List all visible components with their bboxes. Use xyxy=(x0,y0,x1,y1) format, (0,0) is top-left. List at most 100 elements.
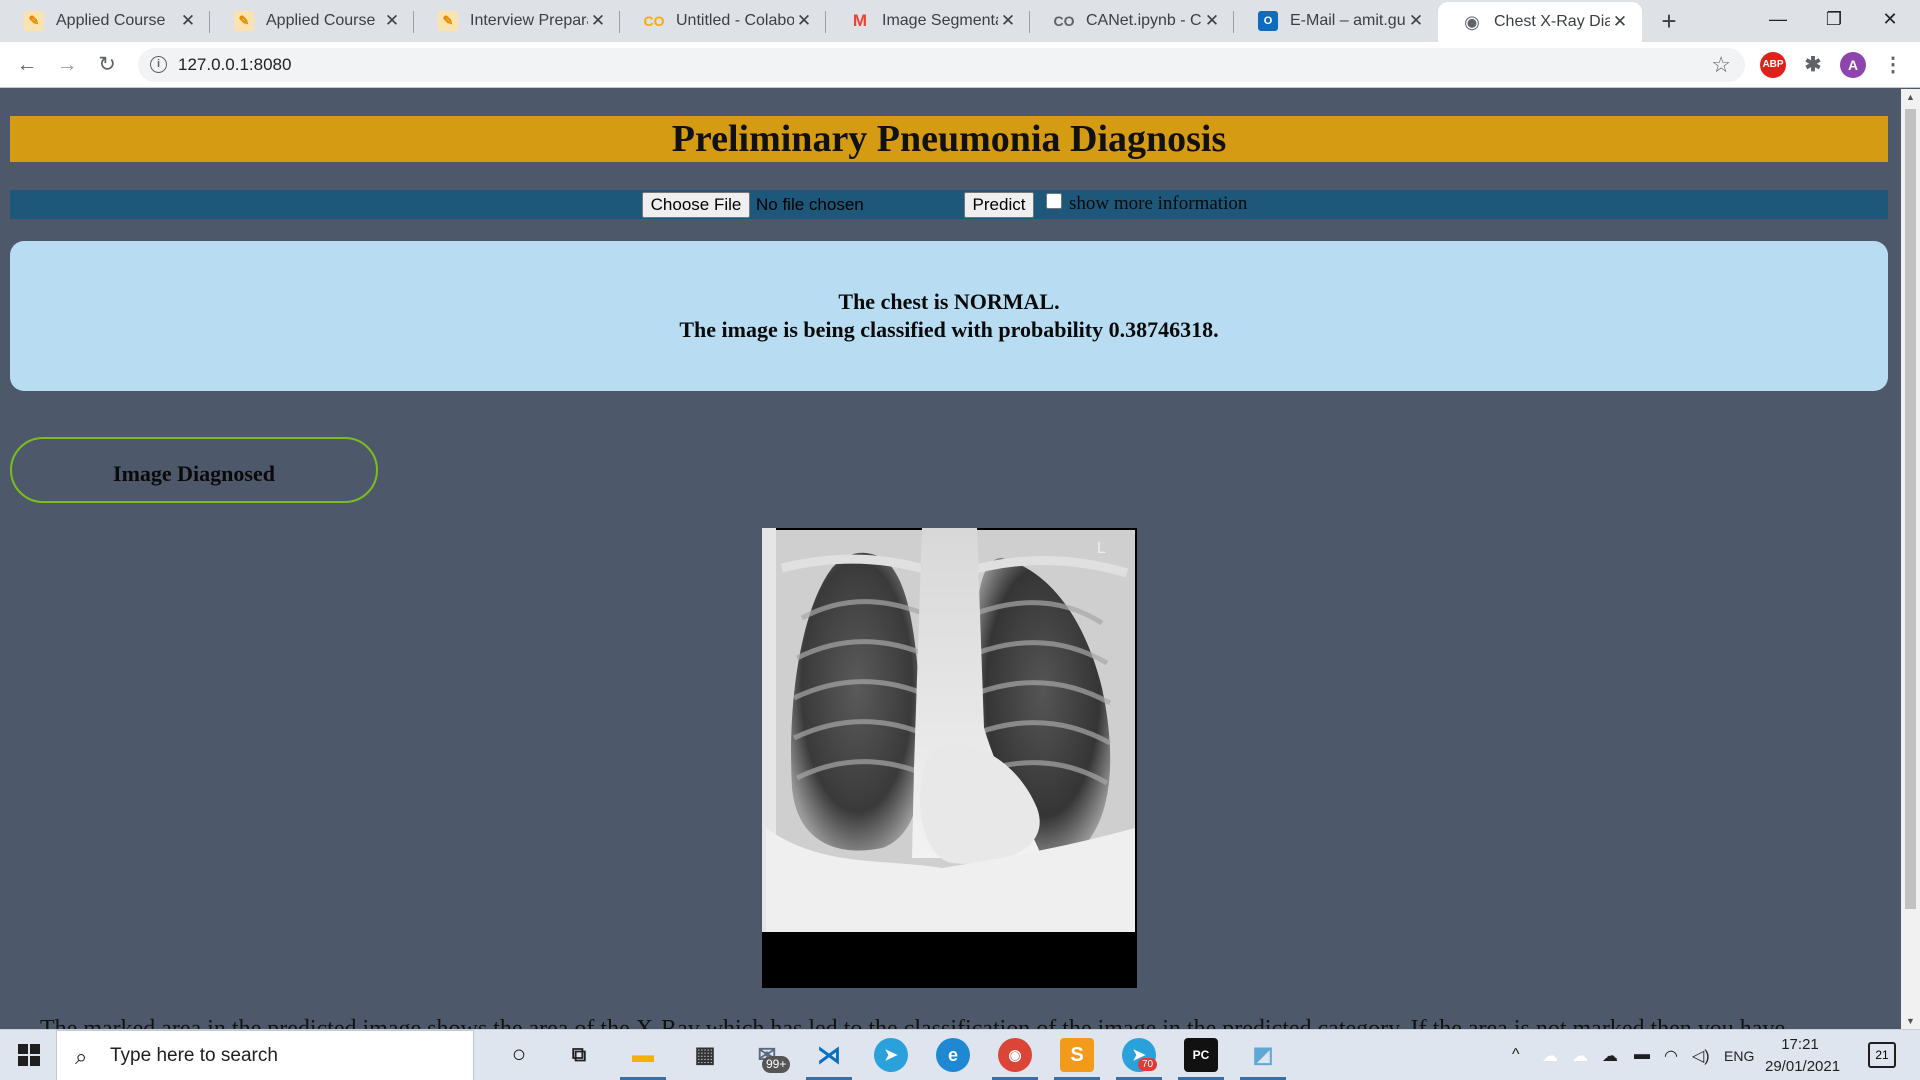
close-tab-icon[interactable]: ✕ xyxy=(1610,12,1630,32)
telegram-icon[interactable]: ➤ xyxy=(874,1038,908,1072)
show-hidden-icons-chevron-icon[interactable]: ^ xyxy=(1512,1046,1520,1064)
result-class-text: The chest is NORMAL. xyxy=(838,289,1060,314)
upload-controls-bar: Choose File No file chosen Predict show … xyxy=(10,190,1888,219)
clock-date: 29/01/2021 xyxy=(1765,1058,1841,1075)
vscode-icon[interactable]: ⋊ xyxy=(812,1038,846,1072)
task-view-icon[interactable]: ⧉ xyxy=(562,1038,596,1072)
forward-button[interactable]: → xyxy=(52,50,82,80)
extensions-puzzle-icon[interactable]: ✱ xyxy=(1800,52,1826,78)
mail-badge: 99+ xyxy=(762,1056,791,1073)
onedrive-icon[interactable]: ☁ xyxy=(1572,1046,1588,1066)
battery-icon[interactable]: ▬ xyxy=(1634,1046,1650,1064)
tab-title: Untitled - Colabor xyxy=(676,12,794,29)
colab-icon: CO xyxy=(1053,13,1075,29)
close-tab-icon[interactable]: ✕ xyxy=(794,11,814,31)
close-window-button[interactable]: ✕ xyxy=(1862,0,1918,38)
close-tab-icon[interactable]: ✕ xyxy=(178,11,198,31)
page-title-banner: Preliminary Pneumonia Diagnosis xyxy=(10,116,1888,162)
taskbar-clock[interactable]: 17:21 29/01/2021 xyxy=(1765,1034,1841,1078)
browser-tab[interactable]: M Image Segmentati ✕ xyxy=(826,0,1030,42)
back-button[interactable]: ← xyxy=(12,50,42,80)
menu-kebab-icon[interactable]: ⋮ xyxy=(1880,52,1906,78)
close-tab-icon[interactable]: ✕ xyxy=(1202,11,1222,31)
url-text[interactable]: 127.0.0.1:8080 xyxy=(178,55,291,75)
svg-text:L: L xyxy=(1097,540,1106,557)
applied-course-icon: ✎ xyxy=(438,11,458,31)
tab-title: CANet.ipynb - Col xyxy=(1086,12,1202,29)
browser-tab[interactable]: ✎ Applied Course ✕ xyxy=(210,0,414,42)
cloud-icon[interactable]: ☁ xyxy=(1602,1046,1618,1066)
explanation-text: The marked area in the predicted image s… xyxy=(40,1016,1786,1029)
browser-tab[interactable]: ✎ Interview Preparati ✕ xyxy=(414,0,620,42)
scrollbar-thumb[interactable] xyxy=(1905,109,1916,909)
result-probability-text: The image is being classified with proba… xyxy=(679,317,1219,342)
adblock-plus-icon[interactable]: ABP xyxy=(1760,52,1786,78)
choose-file-button[interactable]: Choose File xyxy=(642,192,750,218)
outlook-icon: O xyxy=(1258,11,1278,31)
applied-course-icon: ✎ xyxy=(24,11,44,31)
image-diagnosed-label: Image Diagnosed xyxy=(113,461,275,486)
predict-button[interactable]: Predict xyxy=(964,192,1034,218)
gmail-icon: M xyxy=(852,11,868,30)
browser-tab[interactable]: CO Untitled - Colabor ✕ xyxy=(620,0,826,42)
ms-store-icon[interactable]: ▦ xyxy=(688,1038,722,1072)
onedrive-icon[interactable]: ☁ xyxy=(1542,1046,1558,1066)
taskbar-search-box[interactable]: ⌕ Type here to search xyxy=(56,1030,474,1080)
browser-tab-active[interactable]: ◉ Chest X-Ray Diagn ✕ xyxy=(1438,2,1642,42)
bookmark-star-icon[interactable]: ☆ xyxy=(1711,52,1731,78)
tab-title: E-Mail – amit.gupt xyxy=(1290,12,1406,29)
tab-title: Applied Course xyxy=(266,12,376,29)
input-language[interactable]: ENG xyxy=(1724,1048,1754,1064)
chrome-icon[interactable]: ◉ xyxy=(998,1038,1032,1072)
globe-icon: ◉ xyxy=(1464,11,1480,32)
applied-course-icon: ✎ xyxy=(234,11,254,31)
windows-start-icon[interactable] xyxy=(18,1044,40,1066)
scroll-down-arrow-icon[interactable]: ▼ xyxy=(1901,1013,1920,1029)
wifi-icon[interactable]: ◠ xyxy=(1664,1046,1678,1066)
xray-graphic: L xyxy=(762,528,1137,988)
search-placeholder: Type here to search xyxy=(110,1045,278,1066)
browser-tab[interactable]: ✎ Applied Course ✕ xyxy=(0,0,210,42)
page-scrollbar[interactable]: ▲ ▼ xyxy=(1901,89,1920,1029)
browser-tab[interactable]: CO CANet.ipynb - Col ✕ xyxy=(1030,0,1234,42)
close-tab-icon[interactable]: ✕ xyxy=(588,11,608,31)
new-tab-button[interactable]: + xyxy=(1654,6,1684,36)
close-tab-icon[interactable]: ✕ xyxy=(998,11,1018,31)
minimize-button[interactable]: — xyxy=(1750,0,1806,38)
reload-button[interactable]: ↻ xyxy=(92,50,122,80)
page-viewport: Preliminary Pneumonia Diagnosis Choose F… xyxy=(0,89,1901,1029)
tab-title: Interview Preparati xyxy=(470,12,588,29)
show-more-label[interactable]: show more information xyxy=(1069,193,1247,215)
browser-tab[interactable]: O E-Mail – amit.gupt ✕ xyxy=(1234,0,1438,42)
browser-toolbar: ← → ↻ i 127.0.0.1:8080 ☆ ABP ✱ A ⋮ xyxy=(0,42,1920,88)
show-more-checkbox[interactable] xyxy=(1046,193,1062,209)
tab-title: Applied Course xyxy=(56,12,166,29)
clock-time: 17:21 xyxy=(1781,1036,1819,1053)
site-info-icon[interactable]: i xyxy=(150,56,167,73)
edge-icon[interactable]: e xyxy=(936,1038,970,1072)
prediction-result-box: The chest is NORMAL. The image is being … xyxy=(10,241,1888,391)
sublime-text-icon[interactable]: S xyxy=(1060,1038,1094,1072)
file-explorer-icon[interactable]: ▬ xyxy=(626,1038,660,1072)
browser-tab-strip: ✎ Applied Course ✕ ✎ Applied Course ✕ ✎ … xyxy=(0,0,1920,42)
file-status-text: No file chosen xyxy=(756,195,864,214)
tab-title: Chest X-Ray Diagn xyxy=(1494,13,1610,30)
windows-taskbar: ⌕ Type here to search ○ ⧉ ▬ ▦ ✉ 99+ ⋊ ➤ … xyxy=(0,1029,1920,1080)
cortana-icon[interactable]: ○ xyxy=(502,1038,536,1072)
search-icon: ⌕ xyxy=(75,1044,88,1069)
notifications-icon[interactable]: 21 xyxy=(1868,1042,1896,1068)
address-bar[interactable]: i 127.0.0.1:8080 ☆ xyxy=(138,48,1745,82)
colab-icon: CO xyxy=(643,13,665,29)
page-title: Preliminary Pneumonia Diagnosis xyxy=(671,118,1227,160)
volume-icon[interactable]: ◁) xyxy=(1692,1046,1710,1066)
snipping-tool-icon[interactable]: ◩ xyxy=(1246,1038,1280,1072)
restore-button[interactable]: ❐ xyxy=(1806,0,1862,38)
image-diagnosed-badge: Image Diagnosed xyxy=(10,437,378,503)
scroll-up-arrow-icon[interactable]: ▲ xyxy=(1901,89,1920,105)
close-tab-icon[interactable]: ✕ xyxy=(1406,11,1426,31)
close-tab-icon[interactable]: ✕ xyxy=(382,11,402,31)
chest-xray-image: L xyxy=(762,528,1137,988)
telegram-badge: 70 xyxy=(1138,1058,1158,1071)
profile-avatar[interactable]: A xyxy=(1840,52,1866,78)
pycharm-icon[interactable]: PC xyxy=(1184,1038,1218,1072)
